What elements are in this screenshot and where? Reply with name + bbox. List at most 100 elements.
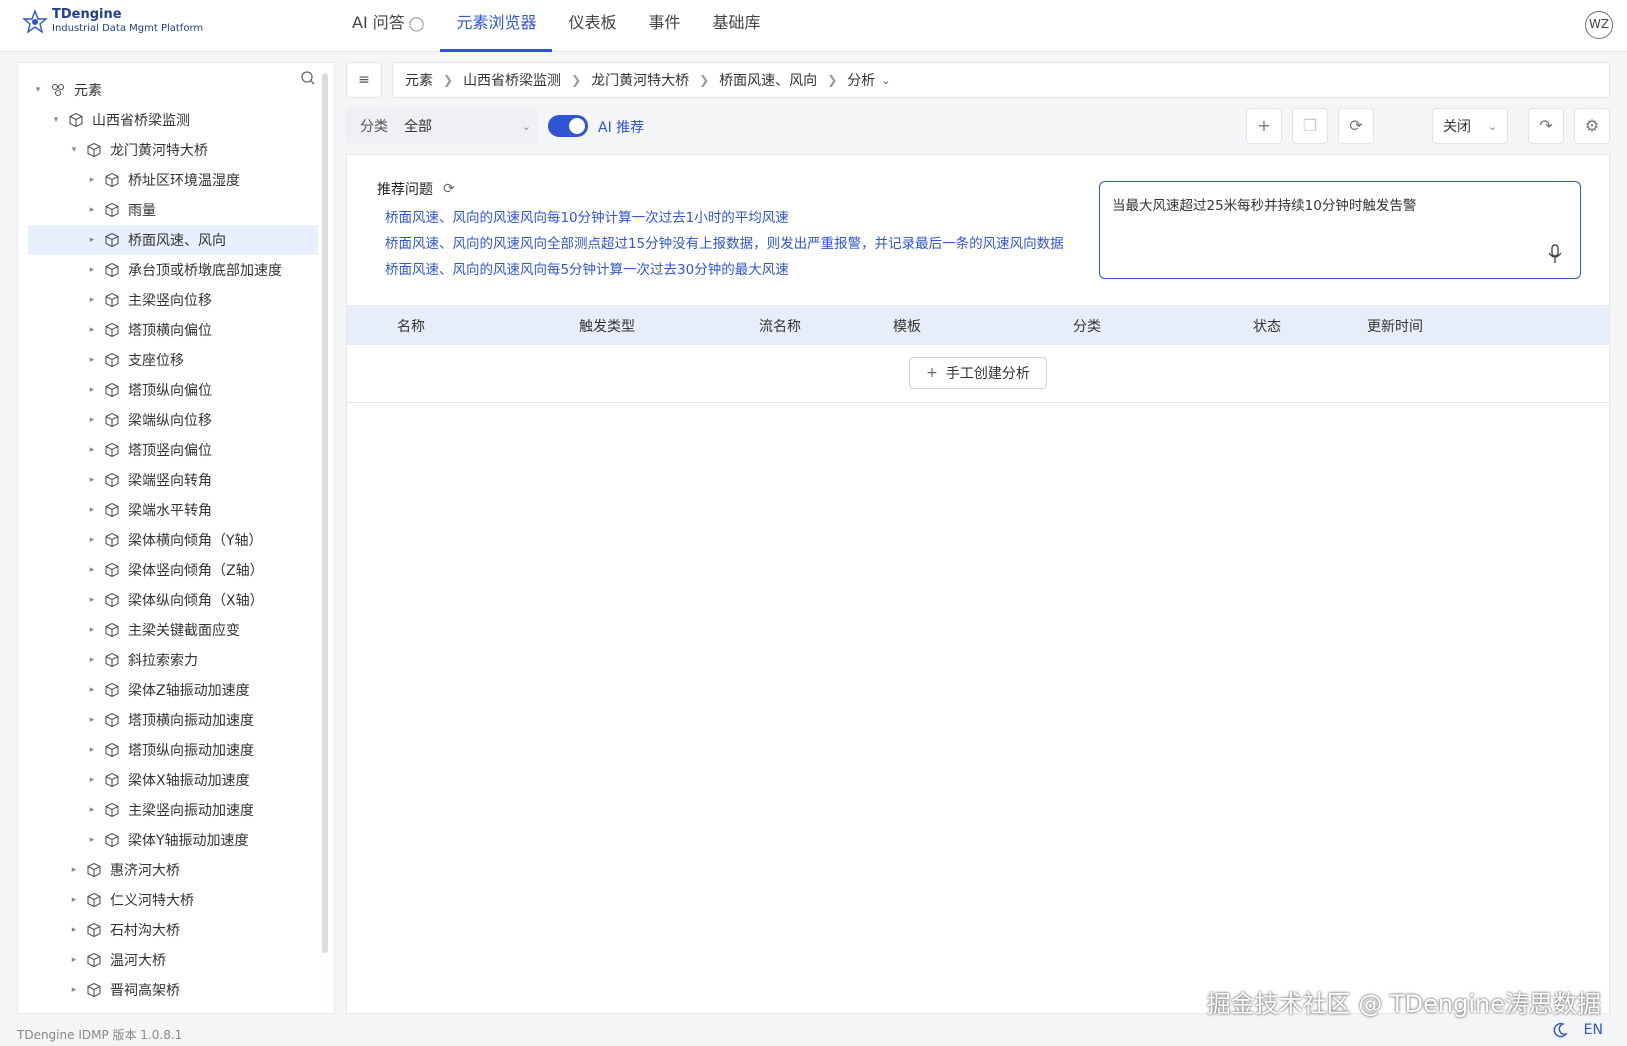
- tree-node[interactable]: ▸ 惠济河大桥: [28, 855, 318, 885]
- microphone-icon[interactable]: [1548, 244, 1562, 264]
- caret-right-icon[interactable]: ▸: [86, 655, 98, 665]
- caret-right-icon[interactable]: ▸: [86, 175, 98, 185]
- caret-right-icon[interactable]: ▸: [86, 535, 98, 545]
- language-switch[interactable]: EN: [1584, 1022, 1603, 1038]
- tree-node[interactable]: ▸ 梁端竖向转角: [28, 465, 318, 495]
- recommend-item[interactable]: 桥面风速、风向的风速风向全部测点超过15分钟没有上报数据，则发出严重报警，并记录…: [377, 231, 1067, 257]
- caret-right-icon[interactable]: ▸: [86, 205, 98, 215]
- nav-dashboard[interactable]: 仪表板: [552, 0, 632, 52]
- settings-button[interactable]: ⚙: [1574, 108, 1610, 144]
- logo[interactable]: TDengine Industrial Data Mgmt Platform: [22, 8, 203, 36]
- caret-right-icon[interactable]: ▸: [86, 715, 98, 725]
- tree-node-label: 桥址区环境温湿度: [128, 173, 240, 189]
- tree-node[interactable]: ▸ 梁体Y轴振动加速度: [28, 825, 318, 855]
- tree-node[interactable]: ▸ 梁体横向倾角（Y轴）: [28, 525, 318, 555]
- caret-right-icon[interactable]: ▸: [68, 925, 80, 935]
- caret-right-icon[interactable]: ▸: [86, 295, 98, 305]
- refresh-icon[interactable]: ⟳: [443, 181, 455, 197]
- tree-node[interactable]: ▸ 仁义河特大桥: [28, 885, 318, 915]
- tree-node-root[interactable]: ▾ 元素: [28, 75, 318, 105]
- tree-node[interactable]: ▸ 梁体纵向倾角（X轴）: [28, 585, 318, 615]
- caret-down-icon[interactable]: ▾: [68, 145, 80, 155]
- caret-right-icon[interactable]: ▸: [86, 505, 98, 515]
- caret-down-icon[interactable]: ▾: [50, 115, 62, 125]
- caret-right-icon[interactable]: ▸: [68, 985, 80, 995]
- cube-icon: [105, 652, 119, 668]
- tree-node[interactable]: ▸ 桥面风速、风向: [28, 225, 318, 255]
- recommend-item[interactable]: 桥面风速、风向的风速风向每10分钟计算一次过去1小时的平均风速: [377, 205, 1067, 231]
- tree-node[interactable]: ▸ 雨量: [28, 195, 318, 225]
- tree-node[interactable]: ▸ 温河大桥: [28, 945, 318, 975]
- category-select[interactable]: 全部 ⌄: [402, 111, 535, 141]
- caret-right-icon[interactable]: ▸: [86, 595, 98, 605]
- caret-right-icon[interactable]: ▸: [86, 835, 98, 845]
- nav-ai-qa[interactable]: AI 问答 ◯: [336, 0, 440, 52]
- nav-events[interactable]: 事件: [632, 0, 696, 52]
- moon-icon[interactable]: [1552, 1022, 1568, 1038]
- breadcrumb-item[interactable]: 山西省桥梁监测: [463, 70, 561, 90]
- tree-node[interactable]: ▸ 主梁竖向振动加速度: [28, 795, 318, 825]
- manual-create-button[interactable]: + 手工创建分析: [909, 357, 1047, 389]
- status-select[interactable]: 关闭 ⌄: [1432, 108, 1508, 144]
- cube-icon: [105, 832, 119, 848]
- tree-node[interactable]: ▸ 主梁关键截面应变: [28, 615, 318, 645]
- tree-node[interactable]: ▸ 晋祠高架桥: [28, 975, 318, 1005]
- tree-node[interactable]: ▸ 斜拉索索力: [28, 645, 318, 675]
- collapse-sidebar-button[interactable]: ≡: [346, 62, 382, 98]
- caret-right-icon[interactable]: ▸: [68, 955, 80, 965]
- caret-right-icon[interactable]: ▸: [86, 745, 98, 755]
- nav-element-browser[interactable]: 元素浏览器: [440, 0, 553, 52]
- tree-node-label: 桥面风速、风向: [128, 233, 226, 249]
- tree-node[interactable]: ▾ 山西省桥梁监测: [28, 105, 318, 135]
- tree-node[interactable]: ▸ 塔顶横向偏位: [28, 315, 318, 345]
- recommend-item[interactable]: 桥面风速、风向的风速风向每5分钟计算一次过去30分钟的最大风速: [377, 257, 1067, 283]
- caret-right-icon[interactable]: ▸: [86, 565, 98, 575]
- export-button[interactable]: ↷: [1528, 108, 1564, 144]
- caret-right-icon[interactable]: ▸: [86, 385, 98, 395]
- tree-node[interactable]: ▸ 支座位移: [28, 345, 318, 375]
- add-button[interactable]: +: [1246, 108, 1282, 144]
- breadcrumb-item[interactable]: 龙门黄河特大桥: [591, 70, 689, 90]
- tree-scrollbar[interactable]: [322, 73, 328, 953]
- caret-right-icon[interactable]: ▸: [86, 445, 98, 455]
- caret-right-icon[interactable]: ▸: [86, 625, 98, 635]
- tree-node[interactable]: ▸ 梁体Z轴振动加速度: [28, 675, 318, 705]
- tree-node[interactable]: ▸ 主梁竖向位移: [28, 285, 318, 315]
- tree-node[interactable]: ▸ 塔顶竖向偏位: [28, 435, 318, 465]
- tree-node[interactable]: ▸ 石村沟大桥: [28, 915, 318, 945]
- caret-right-icon[interactable]: ▸: [86, 685, 98, 695]
- breadcrumb-item[interactable]: 桥面风速、风向: [719, 70, 817, 90]
- col-template: 模板: [893, 319, 921, 335]
- ai-query-input[interactable]: 当最大风速超过25米每秒并持续10分钟时触发告警: [1099, 181, 1581, 279]
- breadcrumb-item-current[interactable]: 分析: [847, 70, 875, 90]
- tree-node[interactable]: ▸ 承台顶或桥墩底部加速度: [28, 255, 318, 285]
- caret-right-icon[interactable]: ▸: [86, 775, 98, 785]
- tree-node[interactable]: ▸ 桥址区环境温湿度: [28, 165, 318, 195]
- ai-recommend-toggle[interactable]: [548, 115, 588, 137]
- caret-right-icon[interactable]: ▸: [68, 865, 80, 875]
- chevron-down-icon[interactable]: ⌄: [881, 74, 890, 87]
- caret-right-icon[interactable]: ▸: [86, 475, 98, 485]
- breadcrumb-item[interactable]: 元素: [405, 70, 433, 90]
- caret-right-icon[interactable]: ▸: [86, 235, 98, 245]
- refresh-button[interactable]: ⟳: [1338, 108, 1374, 144]
- nav-library[interactable]: 基础库: [696, 0, 776, 52]
- tree-node[interactable]: ▸ 梁体竖向倾角（Z轴）: [28, 555, 318, 585]
- caret-right-icon[interactable]: ▸: [86, 325, 98, 335]
- tree-node[interactable]: ▾ 龙门黄河特大桥: [28, 135, 318, 165]
- tree-node[interactable]: ▸ 梁端纵向位移: [28, 405, 318, 435]
- tree-node[interactable]: ▸ 塔顶纵向振动加速度: [28, 735, 318, 765]
- caret-right-icon[interactable]: ▸: [68, 895, 80, 905]
- tree-node[interactable]: ▸ 塔顶横向振动加速度: [28, 705, 318, 735]
- tree-node[interactable]: ▸ 梁体X轴振动加速度: [28, 765, 318, 795]
- caret-right-icon[interactable]: ▸: [86, 265, 98, 275]
- copy-button[interactable]: ❐: [1292, 108, 1328, 144]
- caret-right-icon[interactable]: ▸: [86, 355, 98, 365]
- avatar[interactable]: WZ: [1585, 11, 1613, 39]
- tree-node[interactable]: ▸ 塔顶纵向偏位: [28, 375, 318, 405]
- caret-right-icon[interactable]: ▸: [86, 805, 98, 815]
- caret-down-icon[interactable]: ▾: [32, 85, 44, 95]
- category-select-value: 全部: [404, 119, 432, 135]
- tree-node[interactable]: ▸ 梁端水平转角: [28, 495, 318, 525]
- caret-right-icon[interactable]: ▸: [86, 415, 98, 425]
